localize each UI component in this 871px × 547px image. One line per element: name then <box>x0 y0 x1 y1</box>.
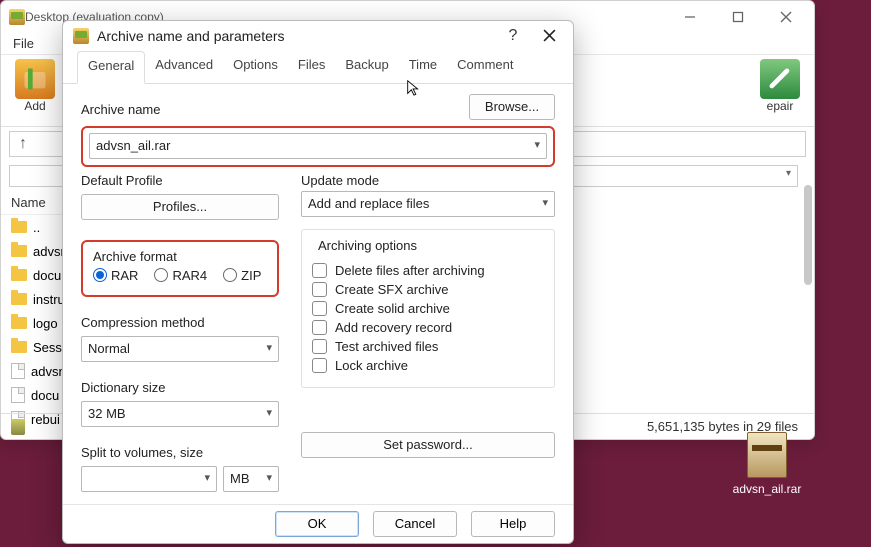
folder-icon <box>11 293 27 305</box>
split-volumes-label: Split to volumes, size <box>81 445 279 460</box>
update-mode-select[interactable]: Add and replace files <box>301 191 555 217</box>
dialog-title: Archive name and parameters <box>97 28 491 44</box>
split-volumes-size-input[interactable] <box>81 466 217 492</box>
folder-icon <box>11 245 27 257</box>
archiving-options-group: Archiving options Delete files after arc… <box>301 229 555 388</box>
folder-icon <box>11 341 27 353</box>
maximize-button[interactable] <box>718 3 758 31</box>
up-folder-icon[interactable]: ↑ <box>10 135 36 153</box>
compression-method-select[interactable]: Normal <box>81 336 279 362</box>
file-name: Sessi <box>33 340 65 355</box>
file-icon <box>11 387 25 403</box>
default-profile-label: Default Profile <box>81 173 279 188</box>
archive-format-label: Archive format <box>93 249 267 264</box>
dialog-tabs: General Advanced Options Files Backup Ti… <box>63 51 573 84</box>
dictionary-size-select[interactable]: 32 MB <box>81 401 279 427</box>
tab-time[interactable]: Time <box>399 51 447 83</box>
archive-name-label: Archive name <box>81 102 160 117</box>
dialog-footer: OK Cancel Help <box>63 504 573 543</box>
dialog-titlebar: Archive name and parameters ? <box>63 21 573 51</box>
file-name: logo <box>33 316 58 331</box>
archive-name-input[interactable]: advsn_ail.rar <box>89 133 547 159</box>
update-mode-label: Update mode <box>301 173 555 188</box>
winrar-app-icon <box>9 9 25 25</box>
tab-files[interactable]: Files <box>288 51 335 83</box>
tab-general[interactable]: General <box>77 51 145 84</box>
set-password-button[interactable]: Set password... <box>301 432 555 458</box>
opt-add-recovery[interactable]: Add recovery record <box>312 320 544 335</box>
archive-name-highlight: advsn_ail.rar <box>81 126 555 167</box>
close-button[interactable] <box>766 3 806 31</box>
compression-method-label: Compression method <box>81 315 279 330</box>
scrollbar-thumb[interactable] <box>804 185 812 285</box>
tab-options[interactable]: Options <box>223 51 288 83</box>
dialog-help-icon[interactable]: ? <box>499 22 527 50</box>
opt-lock-archive[interactable]: Lock archive <box>312 358 544 373</box>
help-button[interactable]: Help <box>471 511 555 537</box>
file-name: .. <box>33 220 40 235</box>
tab-comment[interactable]: Comment <box>447 51 523 83</box>
archive-parameters-dialog: Archive name and parameters ? General Ad… <box>62 20 574 544</box>
toolbar-repair[interactable]: epair <box>754 59 806 113</box>
toolbar-add-label: Add <box>24 99 45 113</box>
folder-icon <box>11 269 27 281</box>
archive-format-highlight: Archive format RAR RAR4 ZIP <box>81 240 279 297</box>
rar-file-icon <box>747 432 787 478</box>
opt-create-sfx[interactable]: Create SFX archive <box>312 282 544 297</box>
toolbar-add[interactable]: Add <box>9 59 61 113</box>
split-volumes-unit-select[interactable]: MB <box>223 466 279 492</box>
dictionary-size-label: Dictionary size <box>81 380 279 395</box>
format-radio-rar4[interactable]: RAR4 <box>154 268 207 283</box>
toolbar-repair-label: epair <box>767 99 794 113</box>
profiles-button[interactable]: Profiles... <box>81 194 279 220</box>
desktop-file-label: advsn_ail.rar <box>733 482 802 496</box>
folder-icon <box>11 221 27 233</box>
format-radio-rar[interactable]: RAR <box>93 268 138 283</box>
folder-icon <box>11 317 27 329</box>
opt-create-solid[interactable]: Create solid archive <box>312 301 544 316</box>
file-name: advsn <box>31 364 66 379</box>
file-icon <box>11 363 25 379</box>
tab-backup[interactable]: Backup <box>335 51 398 83</box>
cancel-button[interactable]: Cancel <box>373 511 457 537</box>
menu-file[interactable]: File <box>5 34 42 53</box>
file-name: docu <box>33 268 61 283</box>
browse-button[interactable]: Browse... <box>469 94 555 120</box>
desktop-file-advsn-ail[interactable]: advsn_ail.rar <box>722 432 812 496</box>
repair-icon <box>760 59 800 99</box>
opt-delete-files[interactable]: Delete files after archiving <box>312 263 544 278</box>
minimize-button[interactable] <box>670 3 710 31</box>
opt-test-archived[interactable]: Test archived files <box>312 339 544 354</box>
format-radio-zip[interactable]: ZIP <box>223 268 261 283</box>
add-archive-icon <box>15 59 55 99</box>
archive-name-value: advsn_ail.rar <box>96 138 170 153</box>
file-name: docu <box>31 388 59 403</box>
dialog-close-icon[interactable] <box>535 22 563 50</box>
archive-status-icon <box>11 419 25 435</box>
dialog-app-icon <box>73 28 89 44</box>
archiving-options-label: Archiving options <box>314 238 421 253</box>
file-name: instru <box>33 292 65 307</box>
tab-advanced[interactable]: Advanced <box>145 51 223 83</box>
ok-button[interactable]: OK <box>275 511 359 537</box>
